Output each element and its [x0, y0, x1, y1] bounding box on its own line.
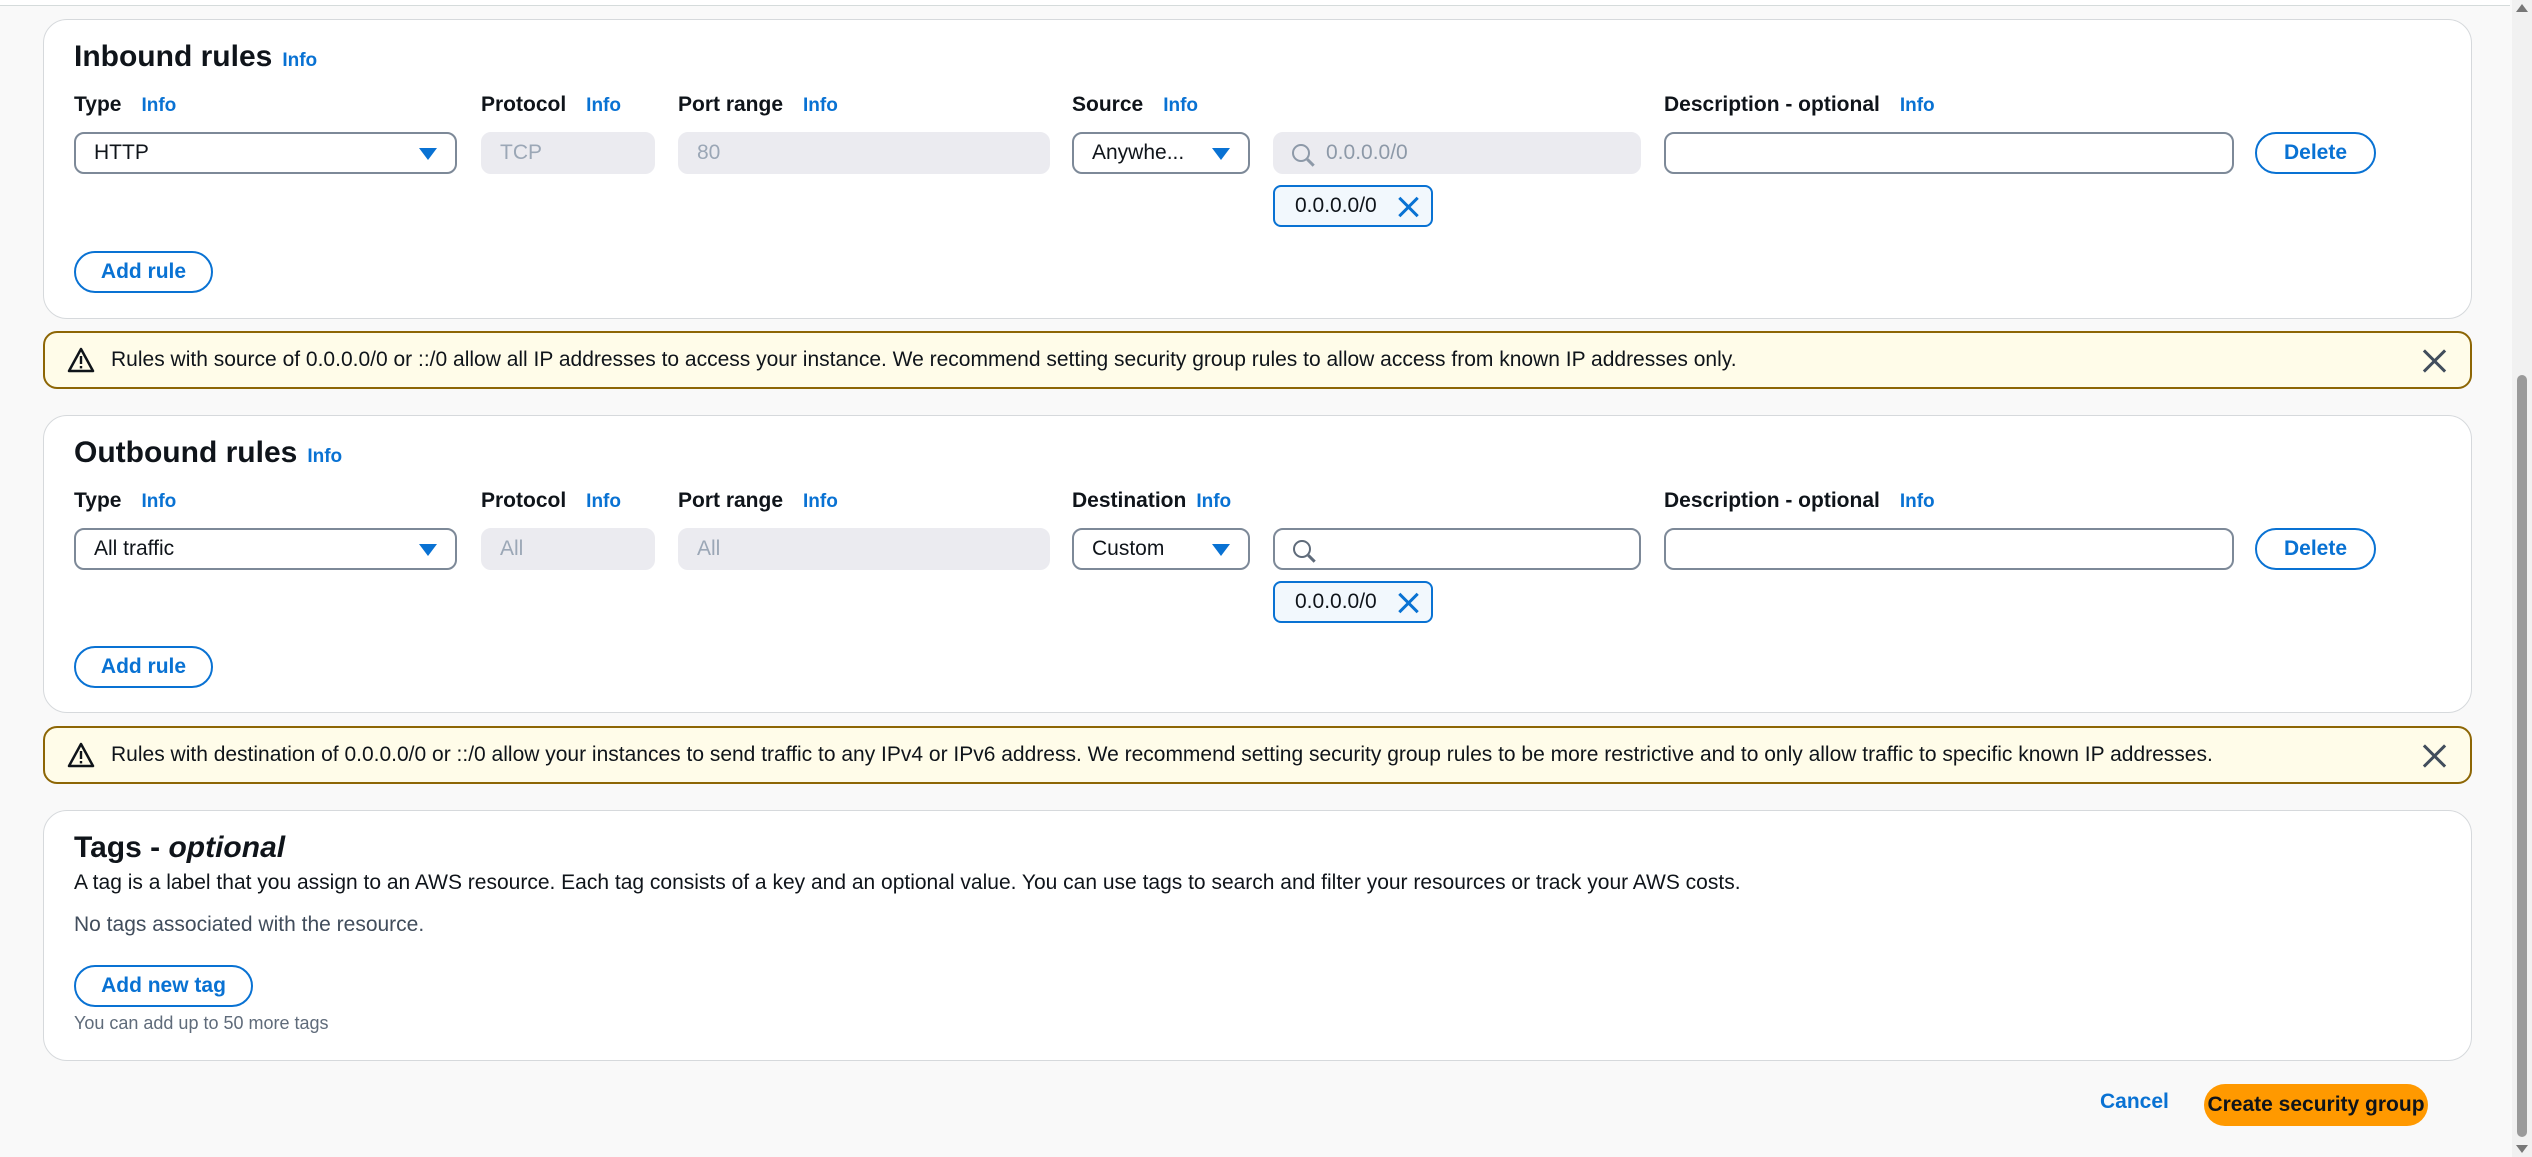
delete-rule-button[interactable]: Delete: [2255, 132, 2376, 174]
description-info-link[interactable]: Info: [1900, 491, 1935, 512]
type-label: Type Info: [74, 489, 177, 512]
tags-limit-hint: You can add up to 50 more tags: [74, 1013, 329, 1033]
protocol-info-link[interactable]: Info: [586, 95, 621, 116]
destination-select[interactable]: Custom: [1072, 528, 1250, 570]
description-label: Description - optional Info: [1664, 489, 1935, 512]
warning-icon: [67, 347, 95, 373]
port-range-field: 80: [678, 132, 1050, 174]
protocol-field: All: [481, 528, 655, 570]
scrollbar-thumb[interactable]: [2517, 375, 2527, 1137]
protocol-info-link[interactable]: Info: [586, 491, 621, 512]
caret-down-icon: [419, 148, 437, 160]
tags-description: A tag is a label that you assign to an A…: [74, 871, 1741, 894]
description-info-link[interactable]: Info: [1900, 95, 1935, 116]
outbound-rules-heading: Outbound rules Info: [74, 436, 343, 469]
add-rule-button[interactable]: Add rule: [74, 646, 213, 688]
scroll-down-arrow-icon[interactable]: [2516, 1145, 2528, 1153]
create-security-group-button[interactable]: Create security group: [2204, 1084, 2428, 1126]
port-range-field: All: [678, 528, 1050, 570]
destination-info-link[interactable]: Info: [1196, 491, 1231, 512]
scroll-up-arrow-icon[interactable]: [2516, 4, 2528, 12]
caret-down-icon: [419, 544, 437, 556]
tags-panel: Tags - optional A tag is a label that yo…: [43, 810, 2472, 1061]
inbound-rules-heading: Inbound rules Info: [74, 40, 318, 73]
add-new-tag-button[interactable]: Add new tag: [74, 965, 253, 1007]
warning-icon: [67, 742, 95, 768]
type-select[interactable]: All traffic: [74, 528, 457, 570]
source-select[interactable]: Anywhe...: [1072, 132, 1250, 174]
dismiss-alert-icon[interactable]: [2422, 744, 2446, 768]
inbound-warning-alert: Rules with source of 0.0.0.0/0 or ::/0 a…: [43, 331, 2472, 389]
inbound-rules-panel: Inbound rules Info Type Info Protocol Info …: [43, 19, 2472, 319]
inbound-info-link[interactable]: Info: [282, 50, 317, 71]
no-tags-message: No tags associated with the resource.: [74, 913, 425, 936]
source-info-link[interactable]: Info: [1163, 95, 1198, 116]
remove-token-icon[interactable]: [1397, 591, 1419, 613]
cidr-token: 0.0.0.0/0: [1273, 581, 1433, 623]
protocol-label: Protocol Info: [481, 489, 621, 512]
port-range-label: Port range Info: [678, 93, 838, 116]
type-label: Type Info: [74, 93, 177, 116]
remove-token-icon[interactable]: [1397, 195, 1419, 217]
destination-label: Destination Info: [1072, 489, 1232, 512]
search-icon: [1293, 540, 1311, 558]
top-divider: [0, 0, 2510, 6]
outbound-rules-panel: Outbound rules Info Type Info Protocol Info…: [43, 415, 2472, 713]
type-info-link[interactable]: Info: [141, 491, 176, 512]
outbound-warning-alert: Rules with destination of 0.0.0.0/0 or :…: [43, 726, 2472, 784]
delete-rule-button[interactable]: Delete: [2255, 528, 2376, 570]
outbound-info-link[interactable]: Info: [307, 446, 342, 467]
port-range-info-link[interactable]: Info: [803, 491, 838, 512]
search-icon: [1292, 144, 1310, 162]
port-range-label: Port range Info: [678, 489, 838, 512]
description-input[interactable]: [1664, 132, 2234, 174]
page-scrollbar[interactable]: [2512, 0, 2532, 1157]
add-rule-button[interactable]: Add rule: [74, 251, 213, 293]
port-range-info-link[interactable]: Info: [803, 95, 838, 116]
caret-down-icon: [1212, 544, 1230, 556]
source-cidr-search[interactable]: 0.0.0.0/0: [1273, 132, 1641, 174]
protocol-field: TCP: [481, 132, 655, 174]
type-select[interactable]: HTTP: [74, 132, 457, 174]
description-input[interactable]: [1664, 528, 2234, 570]
destination-cidr-search[interactable]: [1273, 528, 1641, 570]
protocol-label: Protocol Info: [481, 93, 621, 116]
tags-heading: Tags - optional: [74, 831, 286, 864]
dismiss-alert-icon[interactable]: [2422, 349, 2446, 373]
type-info-link[interactable]: Info: [141, 95, 176, 116]
caret-down-icon: [1212, 148, 1230, 160]
description-label: Description - optional Info: [1664, 93, 1935, 116]
cancel-button[interactable]: Cancel: [2100, 1090, 2169, 1114]
source-label: Source Info: [1072, 93, 1199, 116]
cidr-token: 0.0.0.0/0: [1273, 185, 1433, 227]
